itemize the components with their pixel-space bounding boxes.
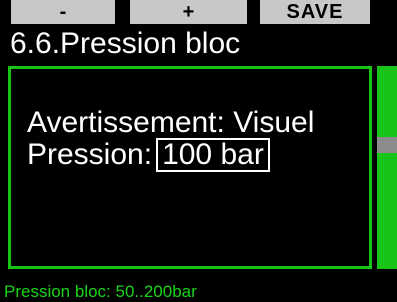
settings-panel: Avertissement: Visuel Pression: 100 bar xyxy=(8,66,372,269)
warning-setting-row[interactable]: Avertissement: Visuel xyxy=(27,105,314,141)
page-title: 6.6.Pression bloc xyxy=(10,27,241,60)
range-hint: Pression bloc: 50..200bar xyxy=(4,282,197,301)
pressure-value-field[interactable]: 100 bar xyxy=(156,138,270,172)
scrollbar-thumb[interactable] xyxy=(377,137,397,153)
plus-softkey[interactable]: + xyxy=(130,0,247,24)
pressure-label: Pression: xyxy=(27,138,153,171)
warning-value[interactable]: Visuel xyxy=(233,106,314,139)
scrollbar[interactable] xyxy=(377,66,397,269)
pressure-setting-row[interactable]: Pression: 100 bar xyxy=(27,137,270,173)
minus-softkey[interactable]: - xyxy=(11,0,115,24)
save-softkey[interactable]: SAVE xyxy=(260,0,370,24)
warning-label: Avertissement: xyxy=(27,106,225,139)
